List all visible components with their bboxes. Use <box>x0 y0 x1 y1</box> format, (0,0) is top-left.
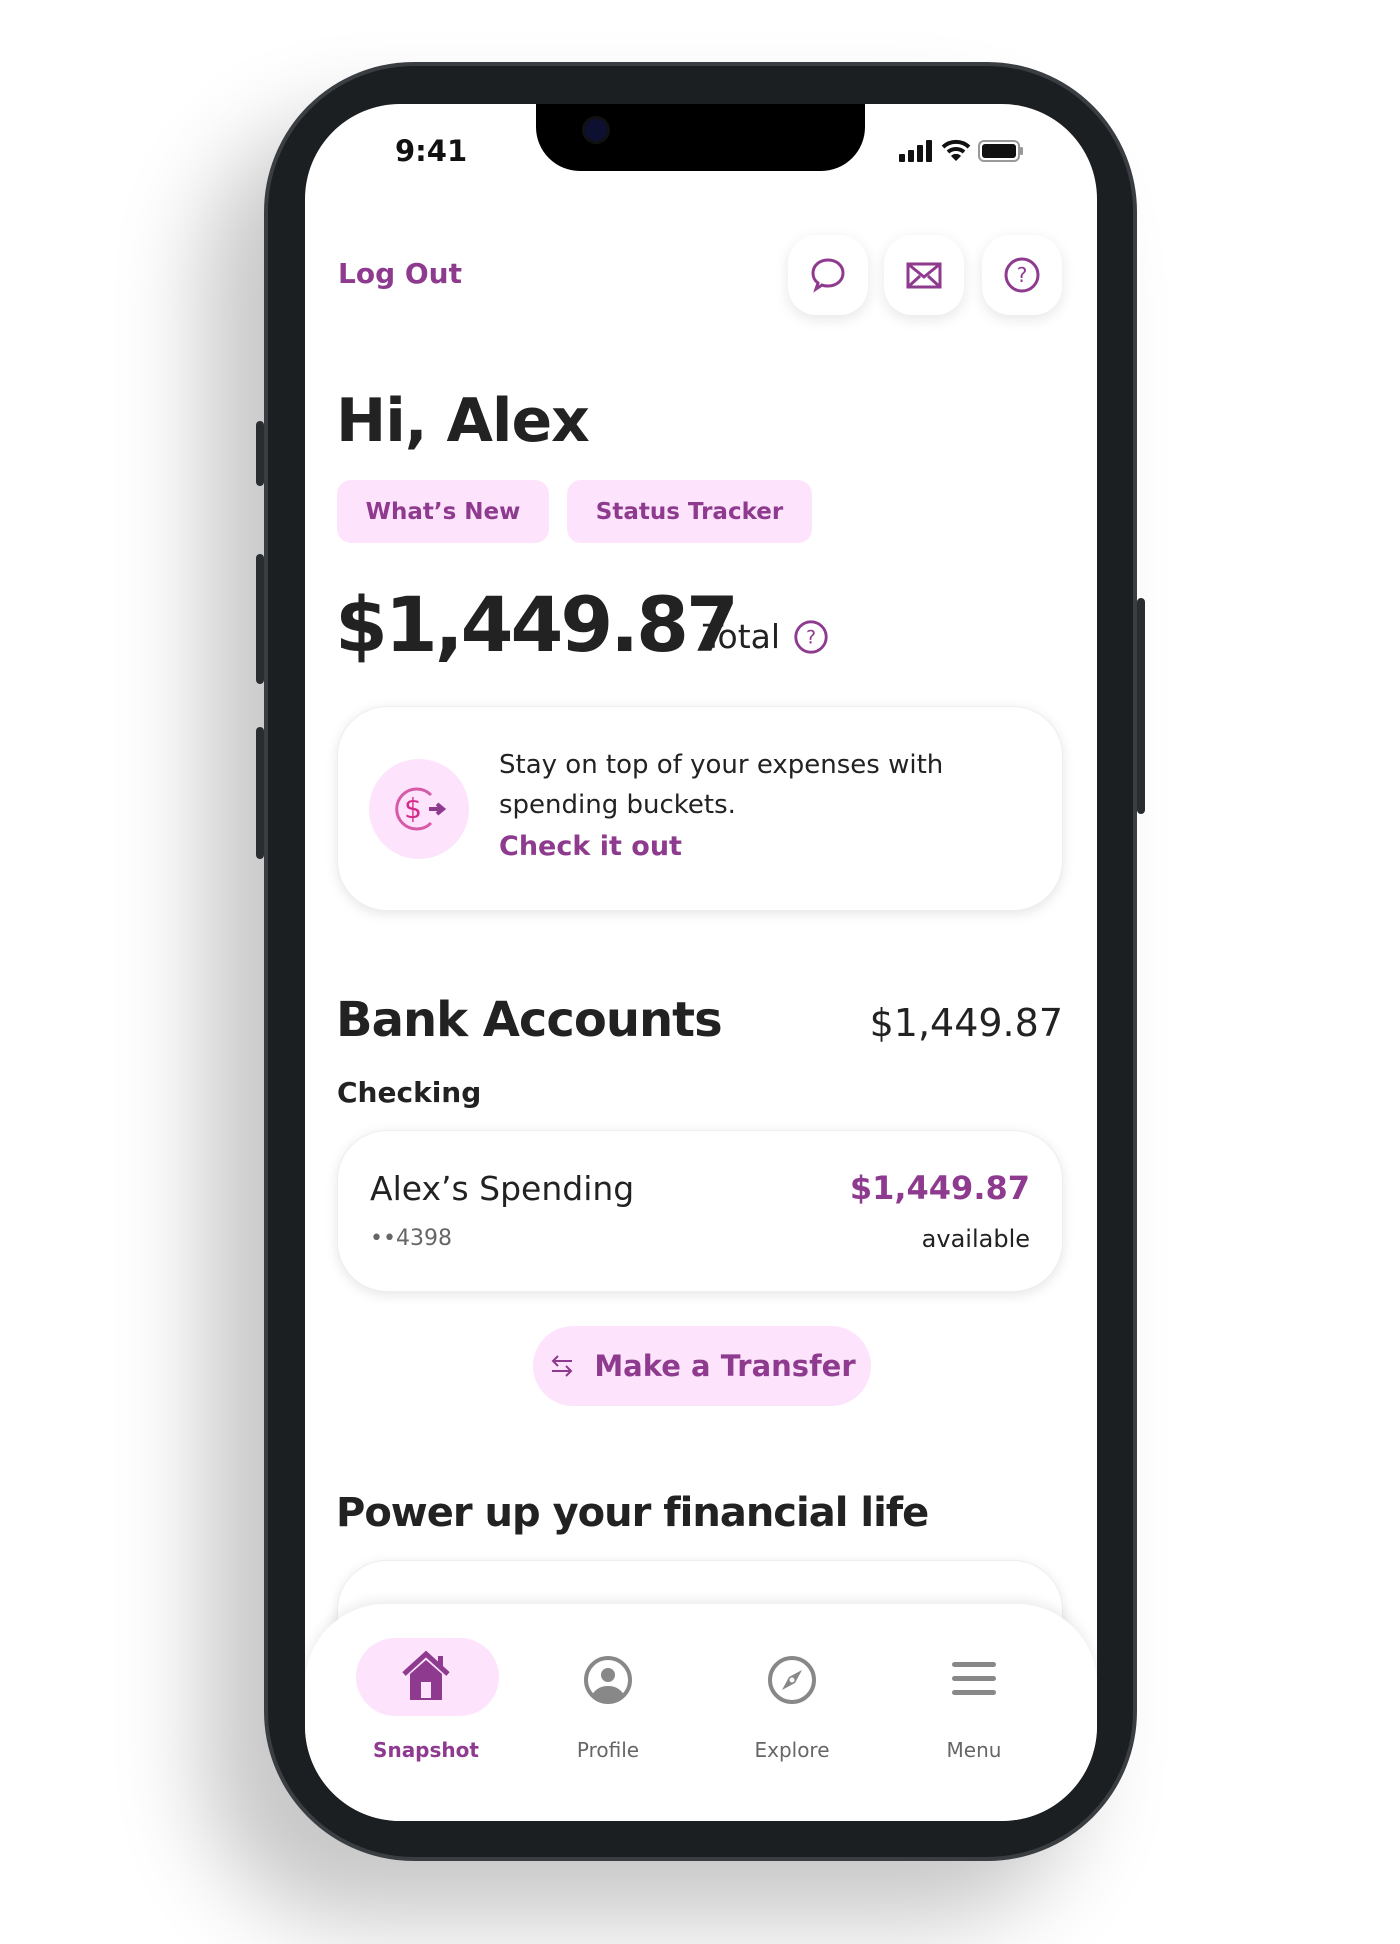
bank-accounts-total: $1,449.87 <box>869 1001 1063 1045</box>
chat-bubble-icon <box>811 258 845 293</box>
bank-accounts-heading: Bank Accounts <box>336 992 723 1048</box>
total-label: Total <box>703 617 781 656</box>
home-icon <box>402 1650 450 1700</box>
chat-button[interactable] <box>788 235 868 315</box>
tab-label: Snapshot <box>373 1738 479 1762</box>
signal-icon <box>899 140 935 166</box>
wifi-icon <box>941 138 971 166</box>
tab-profile[interactable]: Profile <box>533 1604 683 1784</box>
check-it-out-link[interactable]: Check it out <box>499 827 943 867</box>
total-amount: $1,449.87 <box>335 580 739 669</box>
screen: 9:41 Log Out ? Hi, Alex What’s New Statu… <box>305 104 1097 1821</box>
help-button[interactable]: ? <box>982 235 1062 315</box>
volume-down-button <box>256 727 264 859</box>
svg-text:?: ? <box>1017 263 1028 287</box>
promo-text-line1: Stay on top of your expenses with <box>499 750 944 780</box>
mute-switch <box>256 421 264 486</box>
camera <box>582 116 610 144</box>
tab-explore[interactable]: Explore <box>717 1604 867 1784</box>
promo-card: $ Stay on top of your expenses with spen… <box>337 706 1063 911</box>
tab-bar: Snapshot Profile Explore Menu <box>305 1604 1097 1821</box>
tab-label: Menu <box>946 1738 1002 1762</box>
power-button <box>1137 598 1145 814</box>
promo-text-line2: spending buckets. <box>499 790 736 820</box>
account-balance: $1,449.87 <box>849 1169 1030 1207</box>
tab-label: Profile <box>576 1738 640 1762</box>
notch <box>536 104 865 171</box>
greeting: Hi, Alex <box>336 386 590 456</box>
tab-label: Explore <box>754 1738 830 1762</box>
make-transfer-button[interactable]: Make a Transfer <box>533 1326 871 1406</box>
tab-menu[interactable]: Menu <box>899 1604 1049 1784</box>
status-tracker-chip[interactable]: Status Tracker <box>567 480 812 543</box>
make-transfer-label: Make a Transfer <box>594 1349 856 1383</box>
menu-icon <box>952 1662 996 1695</box>
profile-icon <box>584 1656 632 1704</box>
compass-icon <box>768 1656 816 1704</box>
dollar-arrow-icon: $ <box>369 759 469 859</box>
tab-snapshot[interactable]: Snapshot <box>351 1604 501 1784</box>
volume-up-button <box>256 554 264 684</box>
mail-icon <box>906 262 942 289</box>
account-mask: ••4398 <box>370 1226 452 1251</box>
account-card[interactable]: Alex’s Spending ••4398 $1,449.87 availab… <box>337 1130 1063 1292</box>
battery-icon <box>978 140 1024 166</box>
total-help-icon[interactable]: ? <box>792 618 830 660</box>
help-icon: ? <box>1004 257 1040 293</box>
power-up-heading: Power up your financial life <box>336 1490 929 1536</box>
log-out-link[interactable]: Log Out <box>338 257 462 290</box>
mail-button[interactable] <box>884 235 964 315</box>
transfer-arrows-icon <box>551 1355 573 1377</box>
account-name: Alex’s Spending <box>370 1169 635 1208</box>
checking-label: Checking <box>337 1076 482 1109</box>
account-balance-label: available <box>921 1225 1030 1253</box>
svg-text:?: ? <box>806 627 816 649</box>
svg-text:$: $ <box>404 792 422 825</box>
whats-new-chip[interactable]: What’s New <box>337 480 549 543</box>
status-time: 9:41 <box>395 134 468 168</box>
